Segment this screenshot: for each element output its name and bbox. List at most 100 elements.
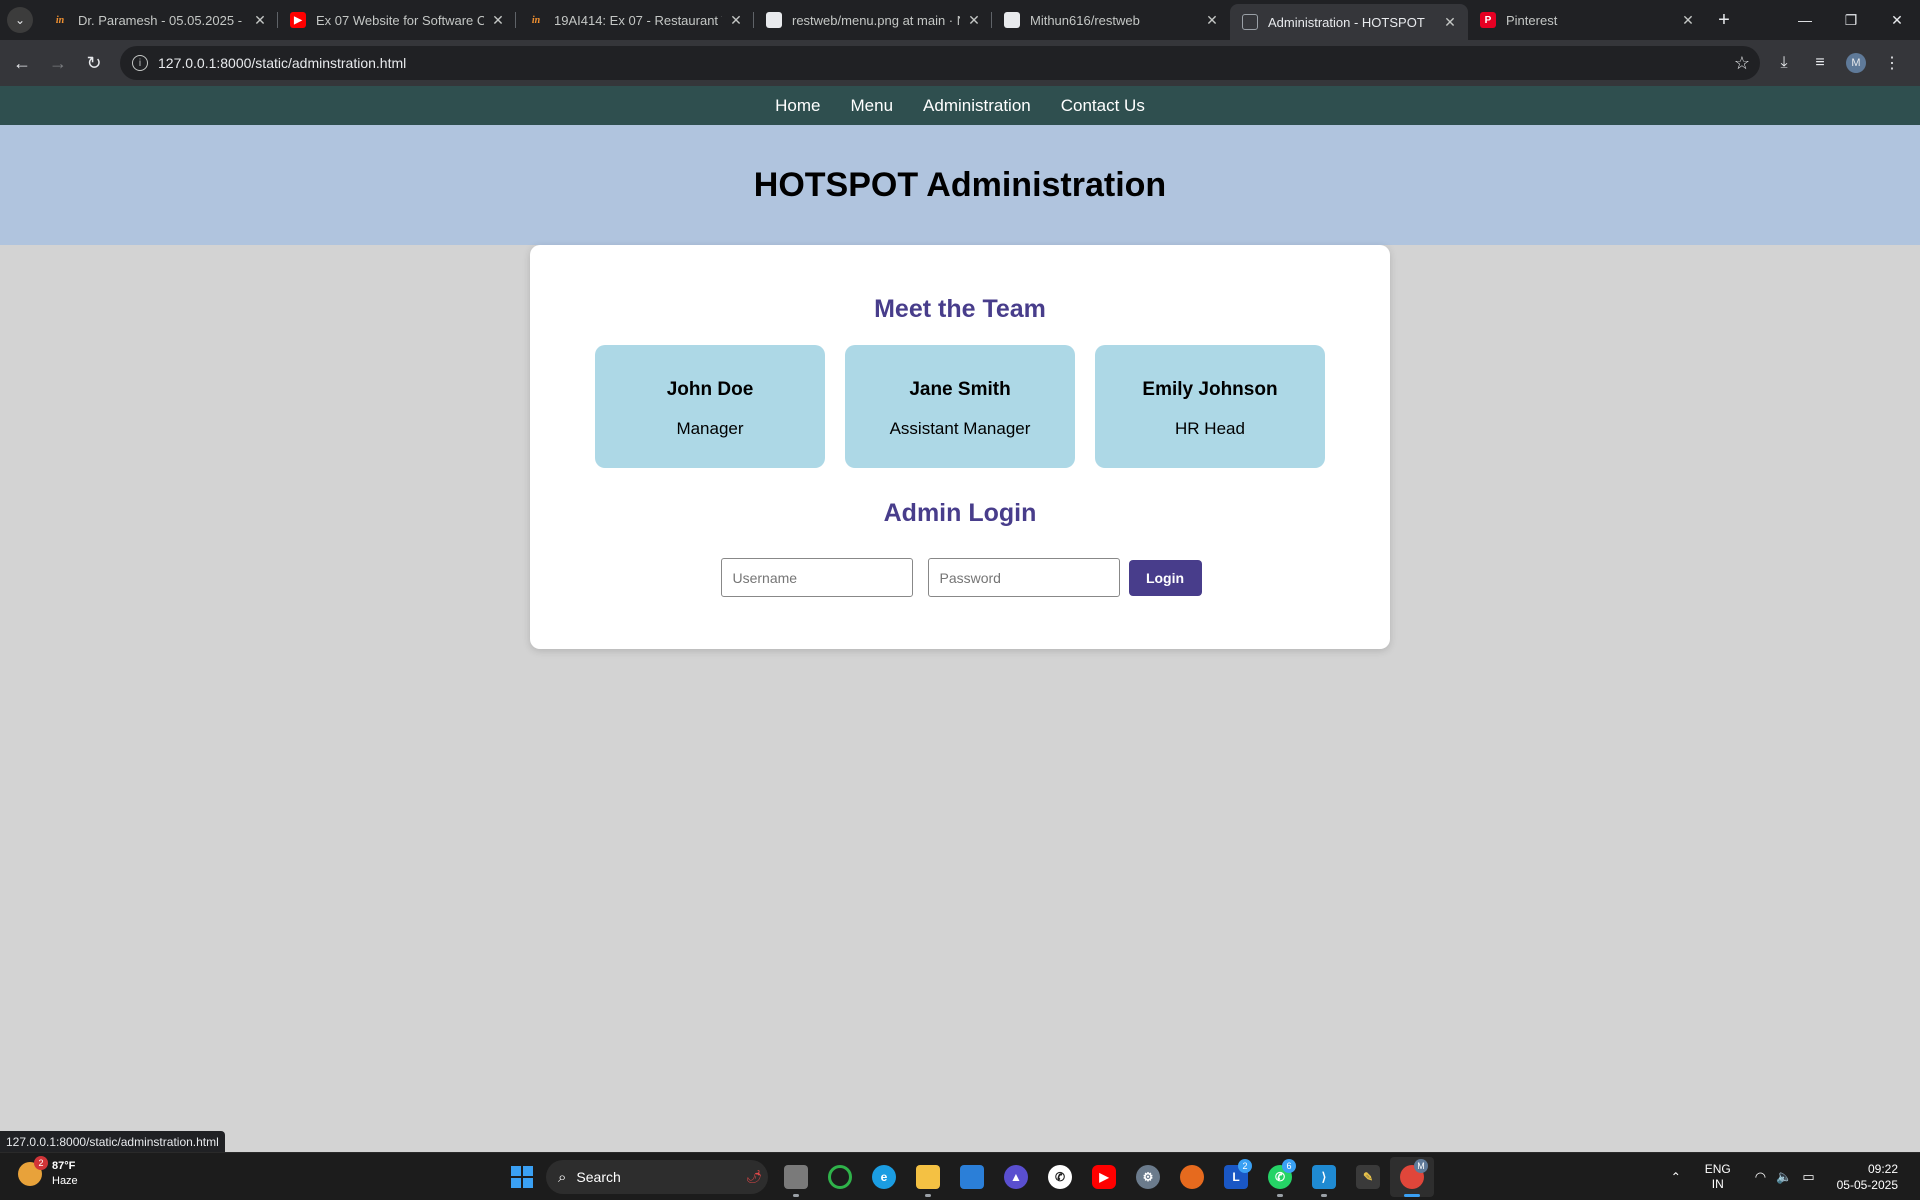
- tab-title: 19AI414: Ex 07 - Restaurant We: [554, 12, 722, 28]
- team-list: John Doe Manager Jane Smith Assistant Ma…: [595, 345, 1325, 468]
- taskbar-app[interactable]: ▲: [994, 1157, 1038, 1197]
- browser-tab[interactable]: P Pinterest ✕: [1468, 0, 1706, 40]
- page-header: HOTSPOT Administration: [0, 125, 1920, 245]
- browser-tab-active[interactable]: Administration - HOTSPOT ✕: [1230, 4, 1468, 40]
- download-icon[interactable]: ⤓: [1766, 54, 1802, 72]
- password-input[interactable]: [927, 558, 1120, 597]
- github-icon: [1004, 12, 1020, 28]
- restore-icon[interactable]: ❐: [1828, 0, 1874, 40]
- github-icon: [766, 12, 782, 28]
- chevron-up-icon[interactable]: ⌃: [1671, 1170, 1681, 1184]
- taskbar-search[interactable]: ⌕ Search 🌶: [546, 1160, 768, 1194]
- new-tab-button[interactable]: +: [1706, 9, 1742, 32]
- member-name: Jane Smith: [909, 379, 1011, 400]
- search-highlight-icon: 🌶: [745, 1169, 762, 1184]
- team-member-card: Jane Smith Assistant Manager: [845, 345, 1075, 468]
- profile-badge: M: [1414, 1159, 1428, 1173]
- web-page: Home Menu Administration Contact Us HOTS…: [0, 86, 1920, 1152]
- tab-title: Mithun616/restweb: [1030, 12, 1140, 28]
- tab-title: restweb/menu.png at main · Na: [792, 12, 960, 28]
- nav-link-contact[interactable]: Contact Us: [1061, 96, 1145, 116]
- youtube-icon: ▶: [1092, 1165, 1116, 1189]
- language-indicator[interactable]: ENG IN: [1705, 1162, 1731, 1192]
- youtube-icon: ▶: [290, 12, 306, 28]
- close-icon[interactable]: ✕: [1680, 12, 1696, 29]
- weather-condition: Haze: [52, 1175, 78, 1187]
- tab-title: Pinterest: [1506, 12, 1558, 28]
- close-icon[interactable]: ✕: [1204, 12, 1220, 29]
- member-role: Manager: [676, 419, 744, 438]
- back-icon[interactable]: ←: [4, 45, 40, 81]
- search-label: Search: [576, 1169, 621, 1185]
- taskbar-app[interactable]: [774, 1157, 818, 1197]
- taskbar-app[interactable]: ▶: [1082, 1157, 1126, 1197]
- store-icon: [960, 1165, 984, 1189]
- member-name: John Doe: [666, 379, 754, 400]
- browser-tab[interactable]: in Dr. Paramesh - 05.05.2025 - Qu ✕: [40, 0, 278, 40]
- forward-icon[interactable]: →: [40, 45, 76, 81]
- close-icon[interactable]: ✕: [966, 12, 982, 29]
- team-member-card: John Doe Manager: [595, 345, 825, 468]
- nav-link-home[interactable]: Home: [775, 96, 820, 116]
- clock[interactable]: 09:22 05-05-2025: [1837, 1161, 1898, 1193]
- taskbar-app[interactable]: [906, 1157, 950, 1197]
- close-icon[interactable]: ✕: [728, 12, 744, 29]
- minimize-icon[interactable]: —: [1782, 0, 1828, 40]
- browser-tab[interactable]: ▶ Ex 07 Website for Software Con ✕: [278, 0, 516, 40]
- taskbar-app[interactable]: ✆: [1038, 1157, 1082, 1197]
- window-controls: — ❐ ✕: [1782, 0, 1920, 40]
- notification-badge: 2: [1238, 1159, 1252, 1173]
- tab-title: Administration - HOTSPOT: [1268, 14, 1425, 30]
- address-bar[interactable]: i 127.0.0.1:8000/static/adminstration.ht…: [120, 46, 1760, 80]
- taskbar-app[interactable]: [818, 1157, 862, 1197]
- taskbar-app[interactable]: ✆ 6: [1258, 1157, 1302, 1197]
- nav-link-administration[interactable]: Administration: [923, 96, 1031, 116]
- browser-tab[interactable]: in 19AI414: Ex 07 - Restaurant We ✕: [516, 0, 754, 40]
- close-window-icon[interactable]: ✕: [1874, 0, 1920, 40]
- volume-icon[interactable]: 🔈: [1776, 1169, 1792, 1185]
- proton-icon: ▲: [1004, 1165, 1028, 1189]
- taskbar-app[interactable]: [1170, 1157, 1214, 1197]
- firefox-icon: [1180, 1165, 1204, 1189]
- start-button[interactable]: [502, 1157, 542, 1197]
- browser-toolbar: ← → ↻ i 127.0.0.1:8000/static/adminstrat…: [0, 40, 1920, 86]
- taskbar-app[interactable]: e: [862, 1157, 906, 1197]
- page-title: HOTSPOT Administration: [753, 165, 1167, 204]
- wifi-icon[interactable]: ◠: [1755, 1169, 1766, 1185]
- bookmark-star-icon[interactable]: ☆: [1734, 53, 1750, 74]
- close-icon[interactable]: ✕: [252, 12, 268, 29]
- copilot-icon: [828, 1165, 852, 1189]
- clock-time: 09:22: [1867, 1162, 1898, 1176]
- browser-tab[interactable]: Mithun616/restweb ✕: [992, 0, 1230, 40]
- pinterest-icon: P: [1480, 12, 1496, 28]
- taskbar-app-active[interactable]: M: [1390, 1157, 1434, 1197]
- browser-tab[interactable]: restweb/menu.png at main · Na ✕: [754, 0, 992, 40]
- login-button[interactable]: Login: [1128, 559, 1202, 596]
- globe-icon: [1242, 14, 1258, 30]
- edge-icon: e: [872, 1165, 896, 1189]
- system-tray: ⌃ ENG IN ◠ 🔈 ▭ 09:22 05-05-2025: [1671, 1157, 1908, 1197]
- reload-icon[interactable]: ↻: [76, 45, 112, 81]
- taskbar-app[interactable]: [950, 1157, 994, 1197]
- media-control-icon[interactable]: ≡: [1802, 54, 1838, 72]
- menu-kebab-icon[interactable]: ⋮: [1874, 53, 1910, 73]
- url-text[interactable]: 127.0.0.1:8000/static/adminstration.html: [158, 55, 1734, 71]
- notification-badge: 2: [34, 1156, 48, 1170]
- close-icon[interactable]: ✕: [490, 12, 506, 29]
- content-card: Meet the Team John Doe Manager Jane Smit…: [530, 245, 1390, 649]
- profile-avatar[interactable]: M: [1846, 53, 1866, 73]
- vscode-icon: ⟩: [1312, 1165, 1336, 1189]
- taskbar-app[interactable]: ⟩: [1302, 1157, 1346, 1197]
- username-input[interactable]: [720, 558, 913, 597]
- site-info-icon[interactable]: i: [132, 55, 148, 71]
- tab-search-button[interactable]: ⌄: [0, 0, 40, 40]
- weather-widget[interactable]: 2 87°F Haze: [18, 1156, 78, 1189]
- battery-icon[interactable]: ▭: [1802, 1169, 1814, 1185]
- tab-title: Ex 07 Website for Software Con: [316, 12, 484, 28]
- file-explorer-icon: [784, 1165, 808, 1189]
- close-icon[interactable]: ✕: [1442, 14, 1458, 31]
- nav-link-menu[interactable]: Menu: [851, 96, 894, 116]
- taskbar-app[interactable]: L2: [1214, 1157, 1258, 1197]
- taskbar-app[interactable]: ⚙: [1126, 1157, 1170, 1197]
- taskbar-app[interactable]: ✎: [1346, 1157, 1390, 1197]
